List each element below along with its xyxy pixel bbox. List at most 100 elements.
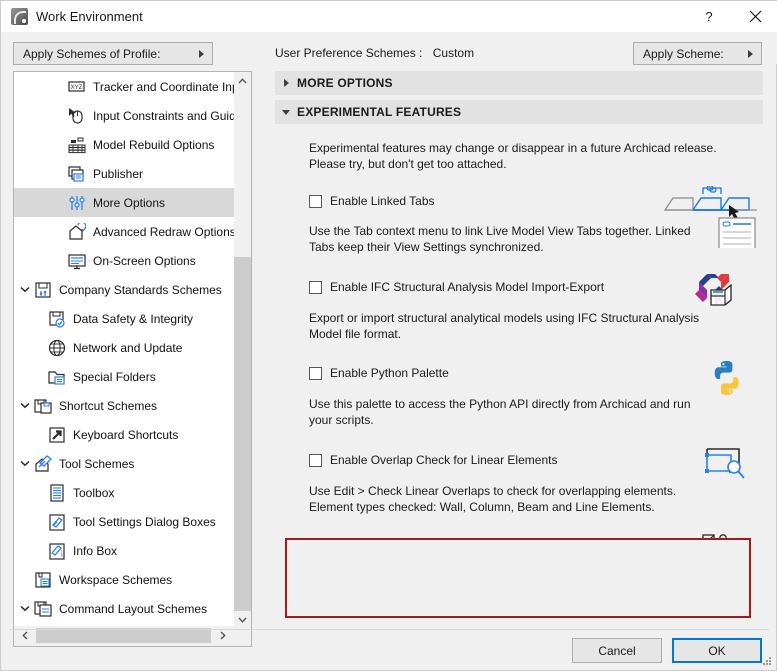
checkbox-enable-python-palette[interactable] xyxy=(309,367,322,380)
workspace-schemes-icon xyxy=(35,571,51,588)
tree-hscroll-thumb[interactable] xyxy=(36,628,211,643)
sidebar-item-data-safety-integrity[interactable]: Data Safety & Integrity xyxy=(14,304,235,333)
schemes-tree-panel: XYZ Tracker and Coordinate Input Input Con… xyxy=(13,71,252,647)
apply-scheme-button[interactable]: Apply Scheme: xyxy=(633,42,762,65)
sidebar-item-publisher[interactable]: Publisher xyxy=(14,159,235,188)
sidebar-item-advanced-redraw-options[interactable]: Advanced Redraw Options xyxy=(14,217,235,246)
sidebar-item-toolbox[interactable]: Toolbox xyxy=(14,478,235,507)
close-icon xyxy=(749,10,761,23)
sidebar-item-label: Special Folders xyxy=(73,369,156,384)
feature-title: Enable Linked Tabs xyxy=(330,194,435,208)
feature-description: Use this palette to access the Python AP… xyxy=(309,397,691,427)
section-experimental-label: EXPERIMENTAL FEATURES xyxy=(297,105,462,119)
chevron-down-icon[interactable] xyxy=(18,594,32,623)
command-layout-icon xyxy=(34,600,52,617)
highlight-annotation-box xyxy=(285,538,751,618)
feature-description: Export or import structural analytical m… xyxy=(309,311,700,341)
sidebar-item-tool-schemes[interactable]: Tool Schemes xyxy=(14,449,235,478)
feature-title: Enable Python Palette xyxy=(330,366,449,380)
sidebar-item-label: Publisher xyxy=(93,166,144,181)
python-logo-icon xyxy=(707,358,747,401)
question-mark-icon: ? xyxy=(705,9,713,24)
feature-row[interactable]: Enable Python Palette xyxy=(275,366,763,380)
sidebar-item-company-standards-schemes[interactable]: Company Standards Schemes xyxy=(14,275,235,304)
feature-enable-overlap-check: Enable Overlap Check for Linear Elements… xyxy=(275,448,763,515)
feature-row[interactable]: Enable IFC Structural Analysis Model Imp… xyxy=(275,280,763,294)
sidebar-item-model-rebuild-options[interactable]: Model Rebuild Options xyxy=(14,130,235,159)
scheme-caption: User Preference Schemes : xyxy=(275,46,423,60)
sidebar-item-label: Command Layout Schemes xyxy=(59,601,208,616)
workspace-schemes-icon xyxy=(32,571,54,589)
resize-grip[interactable] xyxy=(762,656,772,666)
chevron-down-icon[interactable] xyxy=(18,449,32,478)
sidebar-item-tool-settings-dialog-boxes[interactable]: Tool Settings Dialog Boxes xyxy=(14,507,235,536)
info-box-icon: i xyxy=(49,542,65,560)
apply-schemes-of-profile-button[interactable]: Apply Schemes of Profile: xyxy=(13,42,213,65)
sidebar-item-label: Tool Settings Dialog Boxes xyxy=(73,514,216,529)
sidebar-item-label: Network and Update xyxy=(73,340,183,355)
sidebar-item-info-box[interactable]: i Info Box xyxy=(14,536,235,565)
scroll-up-button[interactable] xyxy=(234,72,251,89)
brick-wall-icon xyxy=(66,136,88,154)
sidebar-item-command-layout-schemes[interactable]: Command Layout Schemes xyxy=(14,594,235,623)
sidebar-item-label: Data Safety & Integrity xyxy=(73,311,194,326)
tree-scroll-thumb[interactable] xyxy=(234,257,251,611)
ok-button[interactable]: OK xyxy=(672,638,762,663)
close-button[interactable] xyxy=(732,1,777,32)
xyz-tracker-icon: XYZ xyxy=(68,80,85,92)
globe-icon xyxy=(48,339,66,356)
feature-enable-python-palette: Enable Python Palette Use this palette t… xyxy=(275,361,763,428)
keyboard-shortcut-icon xyxy=(46,426,68,444)
title-bar: Work Environment ? xyxy=(1,1,777,32)
data-safety-icon xyxy=(46,310,68,328)
checkbox-enable-linked-tabs[interactable] xyxy=(309,195,322,208)
chevron-down-icon[interactable] xyxy=(18,275,32,304)
sidebar-item-more-options[interactable]: More Options xyxy=(14,188,235,217)
sidebar-item-network-and-update[interactable]: Network and Update xyxy=(14,333,235,362)
section-experimental-features[interactable]: EXPERIMENTAL FEATURES xyxy=(275,100,763,124)
chevron-right-icon xyxy=(275,79,297,87)
shortcut-schemes-icon xyxy=(32,397,54,415)
feature-row[interactable]: Enable Overlap Check for Linear Elements xyxy=(275,453,763,467)
feature-enable-linked-tabs: Enable Linked Tabs Use the Tab context m… xyxy=(275,185,763,255)
sidebar-item-label: On-Screen Options xyxy=(93,253,196,268)
sidebar-item-on-screen-options[interactable]: On-Screen Options xyxy=(14,246,235,275)
globe-icon xyxy=(46,339,68,357)
sidebar-item-label: Company Standards Schemes xyxy=(59,282,222,297)
feature-title: Enable IFC Structural Analysis Model Imp… xyxy=(330,280,605,294)
schemes-tree[interactable]: XYZ Tracker and Coordinate Input Input Con… xyxy=(14,72,235,628)
section-more-options-label: MORE OPTIONS xyxy=(297,76,393,90)
feature-description: Use the Tab context menu to link Live Mo… xyxy=(309,224,691,254)
sidebar-item-workspace-schemes[interactable]: Workspace Schemes xyxy=(14,565,235,594)
hammer-icon xyxy=(35,454,52,472)
work-environment-dialog: Work Environment ? Apply Schemes of Prof… xyxy=(0,0,777,671)
sidebar-item-input-constraints-and-guides[interactable]: Input Constraints and Guides xyxy=(14,101,235,130)
sliders-icon xyxy=(69,195,85,210)
chevron-left-icon xyxy=(21,631,27,640)
chevron-right-icon xyxy=(199,49,204,58)
sidebar-item-label: Tool Schemes xyxy=(59,456,135,471)
sidebar-item-label: Keyboard Shortcuts xyxy=(73,427,179,442)
user-preference-schemes-status: User Preference Schemes : Custom xyxy=(275,46,474,60)
sidebar-item-label: Advanced Redraw Options xyxy=(93,224,235,239)
checkbox-enable-ifc-structural-analysis[interactable] xyxy=(309,281,322,294)
cancel-button[interactable]: Cancel xyxy=(572,638,662,663)
monitor-icon xyxy=(68,253,86,269)
tool-settings-icon xyxy=(46,513,68,531)
sidebar-item-shortcut-schemes[interactable]: Shortcut Schemes xyxy=(14,391,235,420)
keyboard-shortcut-icon xyxy=(49,426,65,443)
chevron-down-icon[interactable] xyxy=(18,391,32,420)
section-more-options[interactable]: MORE OPTIONS xyxy=(275,71,763,95)
sidebar-item-special-folders[interactable]: Special Folders xyxy=(14,362,235,391)
checkbox-enable-overlap-check[interactable] xyxy=(309,454,322,467)
sidebar-item-keyboard-shortcuts[interactable]: Keyboard Shortcuts xyxy=(14,420,235,449)
sidebar-item-tracker-and-coordinate-input[interactable]: XYZ Tracker and Coordinate Input xyxy=(14,72,235,101)
hammer-icon xyxy=(32,454,54,473)
tree-vertical-scrollbar[interactable] xyxy=(234,72,251,628)
help-button[interactable]: ? xyxy=(686,1,732,32)
